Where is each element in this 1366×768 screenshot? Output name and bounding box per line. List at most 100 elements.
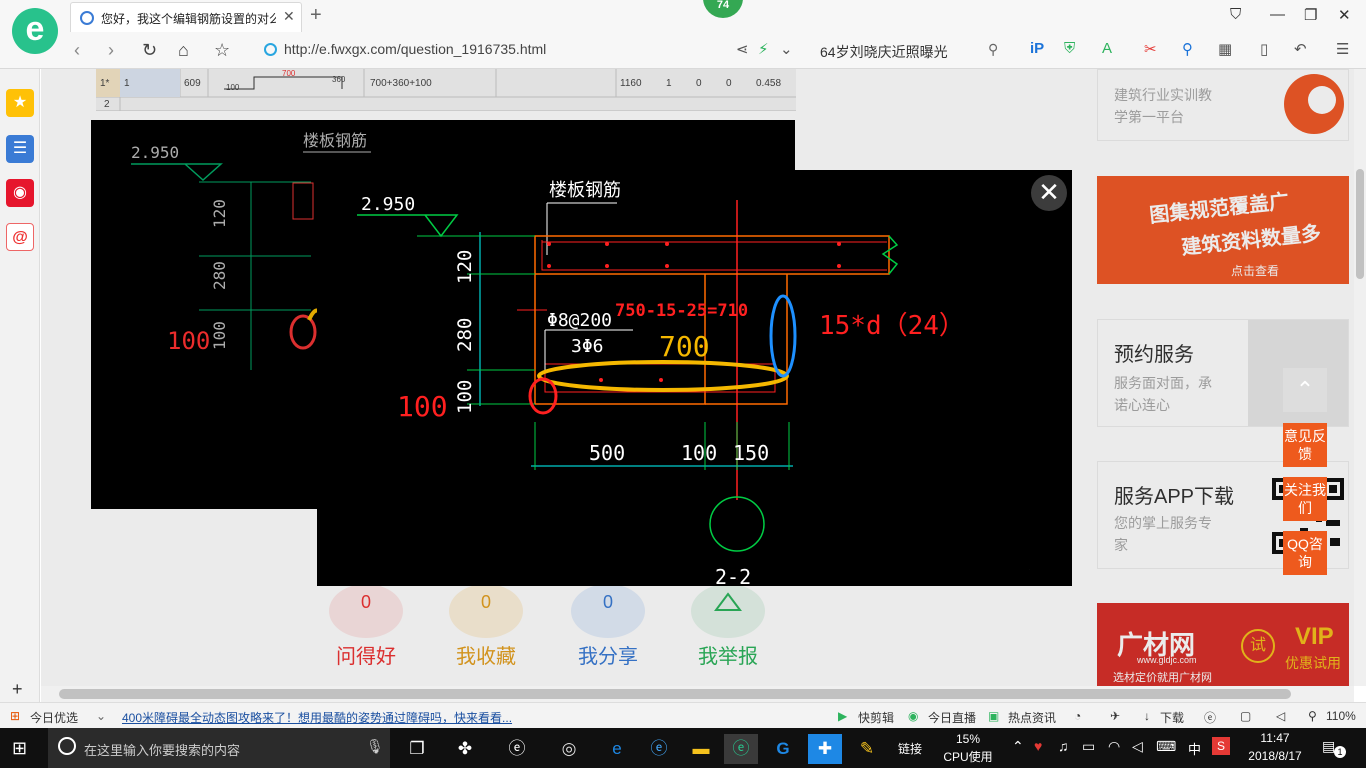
windows-start-icon[interactable]: ⊞ (12, 738, 27, 759)
image-lightbox: . 楼板钢筋 2.950 120 280 100 Φ8@200 3Φ6 500 … (317, 170, 1072, 586)
taskbar-search[interactable]: 在这里输入你要搜索的内容 🎙 (48, 728, 390, 768)
mute-icon[interactable]: ◁ (1276, 709, 1285, 723)
download-link[interactable]: 下载 (1160, 709, 1184, 726)
wifi-icon[interactable]: ◠ (1108, 738, 1120, 755)
browser-logo-icon[interactable]: e (12, 8, 58, 54)
close-window-icon[interactable]: ✕ (1338, 6, 1351, 24)
news-ticker-link[interactable]: 400米障碍最全动态图攻略来了！想用最酷的姿势通过障碍吗，快来看看... (122, 709, 522, 726)
qq-consult-button[interactable]: QQ咨询 (1283, 531, 1327, 575)
address-text[interactable]: http://e.fwxgx.com/question_1916735.html (284, 41, 546, 57)
browser-tab[interactable]: 您好，我这个编辑钢筋设置的对么 ✕ (70, 2, 302, 32)
windows-taskbar: ⊞ 在这里输入你要搜索的内容 🎙 ❐ ✤ ⓔ ◎ e ⓔ ▬ ⓔ G ✚ ✎ 链… (0, 728, 1366, 768)
tab-close-icon[interactable]: ✕ (283, 8, 295, 25)
address-bar[interactable]: http://e.fwxgx.com/question_1916735.html (258, 37, 798, 63)
g-app-icon[interactable]: G (766, 734, 800, 764)
back-icon[interactable]: ‹ (74, 40, 80, 61)
ie-mode-icon[interactable]: ⓔ (1204, 709, 1216, 726)
cortana-icon (58, 737, 76, 755)
forward-icon[interactable]: › (108, 40, 114, 61)
favorite-star-icon[interactable]: ☆ (214, 40, 230, 61)
search-box[interactable]: 64岁刘晓庆近照曝光 ⚲ (808, 37, 1008, 63)
pin-icon[interactable]: ✈ (1110, 709, 1120, 723)
speed-icon[interactable]: ◔ (1074, 709, 1081, 723)
today-picks-label[interactable]: 今日优选 (30, 709, 78, 726)
ip-icon[interactable]: iP (1030, 40, 1044, 57)
zoom-level[interactable]: 110% (1326, 709, 1356, 723)
sidebar-add-icon[interactable]: + (12, 679, 23, 700)
chevron-down-icon[interactable]: ⌄ (96, 709, 106, 723)
window-icon[interactable]: ▢ (1240, 709, 1251, 723)
link-label[interactable]: 链接 (898, 740, 922, 757)
tray-expand-icon[interactable]: ⌃ (1012, 738, 1024, 755)
keyboard-icon[interactable]: ⌨ (1156, 738, 1176, 755)
vertical-scroll-thumb[interactable] (1356, 169, 1364, 279)
undo-icon[interactable]: ↶ (1294, 40, 1307, 58)
hot-news-link[interactable]: 热点资讯 (1008, 709, 1056, 726)
follow-button[interactable]: 关注我们 (1283, 477, 1327, 521)
share-icon[interactable]: ⋖ (736, 40, 749, 58)
zoom-icon[interactable]: ⚲ (1308, 709, 1317, 723)
favorites-star-icon[interactable]: ★ (6, 89, 34, 117)
back-to-top-icon[interactable]: ⌃ (1283, 368, 1327, 412)
lightbox-close-button[interactable]: ✕ (1031, 175, 1067, 211)
annotation-15d: 15*d（24） (819, 311, 965, 341)
news-icon[interactable]: ▣ (988, 709, 999, 723)
taskbar-search-input[interactable]: 在这里输入你要搜索的内容 (84, 740, 240, 759)
microphone-icon[interactable]: 🎙 (366, 738, 384, 755)
yellow-ellipse-annotation (537, 360, 789, 392)
plus-app-icon[interactable]: ✚ (808, 734, 842, 764)
task-view-icon[interactable]: ❐ (400, 734, 434, 764)
menu-icon[interactable]: ☰ (1336, 40, 1349, 58)
shield-icon[interactable]: ⛨ (1064, 40, 1075, 57)
ime-indicator[interactable]: 中 (1188, 739, 1201, 758)
bell-tray-icon[interactable]: ♫ (1058, 738, 1069, 754)
kuaijianji-link[interactable]: 快剪辑 (858, 709, 894, 726)
scissors-icon[interactable]: ✂ (1144, 40, 1157, 58)
dim-500: 500 (589, 441, 625, 465)
vertical-scrollbar[interactable] (1354, 69, 1366, 686)
feedback-button[interactable]: 意见反馈 (1283, 423, 1327, 467)
gift-icon[interactable]: ⊞ (10, 709, 20, 723)
apps-icon[interactable]: ▦ (1218, 40, 1232, 58)
download-icon[interactable]: ↓ (1144, 709, 1150, 723)
shirt-icon[interactable]: ⛉ (1230, 6, 1241, 23)
clock-time[interactable]: 11:47 (1240, 731, 1310, 745)
translate-icon[interactable]: A (1102, 40, 1112, 57)
ie-icon[interactable]: ⓔ (642, 734, 676, 764)
magnifier-icon[interactable]: ⚲ (1182, 40, 1193, 58)
score-badge[interactable]: 74 (703, 0, 743, 18)
horizontal-scrollbar[interactable] (41, 686, 1354, 702)
browser-toolbar: e 您好，我这个编辑钢筋设置的对么 ✕ + 74 ⛉ — ❐ ✕ ‹ › ↻ ⌂… (0, 0, 1366, 69)
refresh-icon[interactable]: ↻ (142, 40, 157, 61)
sogou-ime-icon[interactable]: S (1212, 737, 1230, 755)
edge-icon[interactable]: e (600, 734, 634, 764)
minimize-icon[interactable]: — (1270, 6, 1285, 23)
annotation-100: 100 (397, 390, 448, 423)
home-icon[interactable]: ⌂ (178, 40, 189, 61)
edge-e-icon[interactable]: ⓔ (500, 734, 534, 764)
weibo-icon[interactable]: ◉ (6, 179, 34, 207)
video-icon[interactable]: ▶ (838, 709, 847, 723)
chevron-down-icon[interactable]: ⌄ (780, 40, 793, 58)
search-icon[interactable]: ⚲ (988, 41, 998, 58)
fan-app-icon[interactable]: ✤ (448, 734, 482, 764)
mail-at-icon[interactable]: @ (6, 223, 34, 251)
horizontal-scroll-thumb[interactable] (59, 689, 1291, 699)
drawing-title: 楼板钢筋 (549, 180, 621, 201)
heart-tray-icon[interactable]: ♥ (1034, 738, 1042, 754)
news-list-icon[interactable]: ☰ (6, 135, 34, 163)
search-input[interactable]: 64岁刘晓庆近照曝光 (820, 42, 948, 62)
restore-icon[interactable]: ❐ (1304, 6, 1317, 24)
file-explorer-icon[interactable]: ▬ (684, 734, 718, 764)
volume-icon[interactable]: ◁ (1132, 738, 1143, 755)
speed-mode-icon[interactable]: ⚡ (758, 40, 769, 58)
new-tab-button[interactable]: + (310, 4, 322, 27)
notepad-icon[interactable]: ✎ (850, 734, 884, 764)
live-link[interactable]: 今日直播 (928, 709, 976, 726)
live-icon[interactable]: ◉ (908, 709, 918, 723)
active-browser-icon[interactable]: ⓔ (724, 734, 758, 764)
battery-icon[interactable]: ▭ (1082, 738, 1095, 755)
clock-date[interactable]: 2018/8/17 (1240, 749, 1310, 763)
browser-app-icon[interactable]: ◎ (552, 734, 586, 764)
tablet-icon[interactable]: ▯ (1260, 40, 1268, 58)
